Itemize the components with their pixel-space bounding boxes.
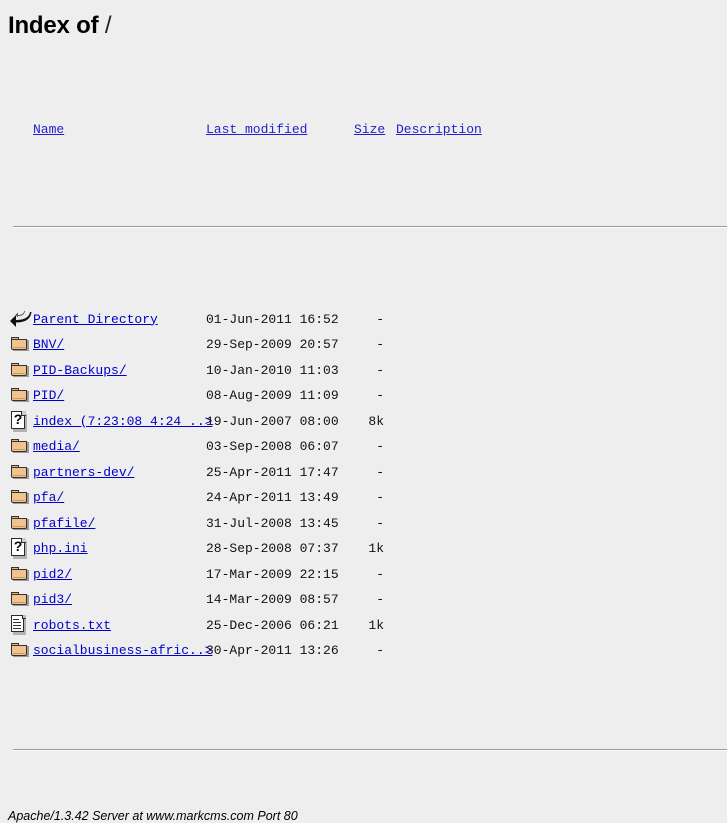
row-icon	[10, 333, 30, 355]
row-size: -	[376, 439, 384, 454]
row-size: -	[376, 337, 384, 352]
entry-link[interactable]: pid2/	[33, 567, 72, 582]
sort-by-name-link[interactable]: Name	[33, 122, 64, 137]
folder-icon	[10, 464, 30, 482]
row-size: -	[376, 311, 384, 327]
header-divider	[13, 226, 727, 228]
row-name: php.ini	[33, 536, 88, 562]
page-title-text: Index of	[8, 12, 105, 39]
entry-link[interactable]: BNV/	[33, 337, 64, 352]
unknown-file-icon: ?	[10, 538, 27, 559]
folder-icon	[10, 591, 30, 609]
entry-link[interactable]: Parent Directory	[33, 312, 158, 327]
listing-row: PID-Backups/10-Jan-2010 11:03-	[8, 356, 727, 382]
folder-icon	[10, 515, 30, 533]
listing-row: pfa/24-Apr-2011 13:49-	[8, 483, 727, 509]
row-size: -	[376, 515, 384, 531]
entry-link[interactable]: media/	[33, 439, 80, 454]
row-icon	[10, 588, 30, 610]
listing-header-row: Name Last modified Size Description	[8, 117, 727, 138]
row-name: Parent Directory	[33, 307, 158, 333]
row-name: BNV/	[33, 332, 64, 358]
listing-row: BNV/29-Sep-2009 20:57-	[8, 330, 727, 356]
entry-link[interactable]: partners-dev/	[33, 465, 134, 480]
row-name: pfafile/	[33, 511, 95, 537]
row-size: -	[376, 362, 384, 378]
row-name: robots.txt	[33, 613, 111, 639]
listing-row: media/03-Sep-2008 06:07-	[8, 432, 727, 458]
back-icon	[10, 310, 32, 328]
row-icon: ?	[10, 410, 30, 432]
row-name: index (7:23:08 4:24 ..>	[33, 409, 212, 435]
listing-row: partners-dev/25-Apr-2011 17:47-	[8, 458, 727, 484]
row-icon	[10, 359, 30, 381]
folder-icon	[10, 336, 30, 354]
row-size: -	[376, 566, 384, 582]
listing-row: ? index (7:23:08 4:24 ..> 19-Jun-2007 08:0…	[8, 407, 727, 433]
row-size: -	[376, 388, 384, 403]
row-name: pid3/	[33, 587, 72, 613]
folder-icon	[10, 642, 30, 660]
entry-link[interactable]: PID/	[33, 388, 64, 403]
directory-listing: Name Last modified Size Description Pare…	[0, 40, 727, 802]
server-signature: Apache/1.3.42 Server at www.markcms.com …	[8, 809, 298, 823]
row-size: 1k	[368, 617, 384, 633]
row-icon	[10, 639, 30, 661]
folder-icon	[10, 566, 30, 584]
row-name: PID/	[33, 383, 64, 409]
sort-by-description-link[interactable]: Description	[396, 122, 482, 137]
listing-row: PID/08-Aug-2009 11:09-	[8, 381, 727, 407]
row-name: PID-Backups/	[33, 358, 127, 384]
sort-by-size-link[interactable]: Size	[354, 122, 385, 137]
listing-row: Parent Directory 01-Jun-2011 16:52-	[8, 305, 727, 331]
entry-link[interactable]: pid3/	[33, 592, 72, 607]
listing-row: pid2/17-Mar-2009 22:15-	[8, 560, 727, 586]
row-name: pfa/	[33, 485, 64, 511]
directory-index-page: Index of / Name Last modified Size Descr…	[0, 0, 727, 823]
row-icon	[10, 512, 30, 534]
listing-row: socialbusiness-afric..> 30-Apr-2011 13:26…	[8, 636, 727, 662]
entry-link[interactable]: index (7:23:08 4:24 ..>	[33, 414, 212, 429]
row-name: socialbusiness-afric..>	[33, 638, 212, 664]
folder-icon	[10, 489, 30, 507]
row-icon	[10, 563, 30, 585]
row-icon	[10, 614, 30, 636]
entry-link[interactable]: pfafile/	[33, 516, 95, 531]
entry-link[interactable]: PID-Backups/	[33, 363, 127, 378]
row-icon	[10, 308, 32, 330]
folder-icon	[10, 387, 30, 405]
row-icon	[10, 435, 30, 457]
entry-link[interactable]: php.ini	[33, 541, 88, 556]
row-name: partners-dev/	[33, 460, 134, 486]
row-size: 8k	[368, 413, 384, 429]
row-size: -	[376, 490, 384, 505]
row-size: -	[376, 643, 384, 658]
entry-link[interactable]: robots.txt	[33, 618, 111, 633]
listing-row: robots.txt 25-Dec-2006 06:21 1k	[8, 611, 727, 637]
unknown-file-icon: ?	[10, 410, 27, 432]
row-size: 1k	[368, 541, 384, 556]
folder-icon	[10, 438, 30, 456]
row-name: pid2/	[33, 562, 72, 588]
row-icon: ?	[10, 537, 30, 559]
text-file-icon	[10, 614, 27, 635]
listing-row: pid3/14-Mar-2009 08:57-	[8, 585, 727, 611]
row-icon	[10, 486, 30, 508]
listing-rows: Parent Directory 01-Jun-2011 16:52- BNV/29…	[8, 305, 727, 662]
footer-divider	[13, 749, 727, 751]
listing-row: pfafile/31-Jul-2008 13:45-	[8, 509, 727, 535]
entry-link[interactable]: socialbusiness-afric..>	[33, 643, 212, 658]
row-size: -	[376, 592, 384, 607]
row-size: -	[376, 464, 384, 480]
row-icon	[10, 384, 30, 406]
page-title-path: /	[104, 12, 112, 39]
row-name: media/	[33, 434, 80, 460]
row-icon	[10, 461, 30, 483]
listing-row: ? php.ini 28-Sep-2008 07:37 1k	[8, 534, 727, 560]
page-title: Index of /	[0, 0, 727, 40]
folder-icon	[10, 362, 30, 380]
entry-link[interactable]: pfa/	[33, 490, 64, 505]
sort-by-last-modified-link[interactable]: Last modified	[206, 122, 307, 137]
